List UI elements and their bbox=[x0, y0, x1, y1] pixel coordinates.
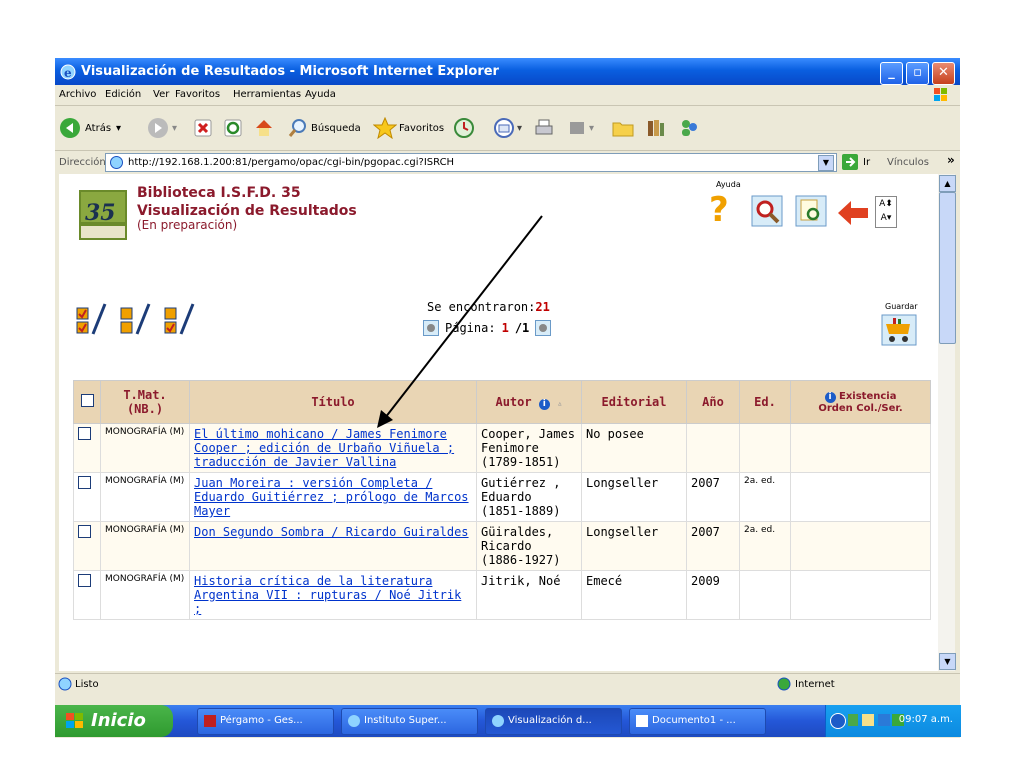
mail-icon bbox=[494, 118, 514, 138]
address-url: http://192.168.1.200:81/pergamo/opac/cgi… bbox=[128, 157, 455, 168]
messenger-button[interactable] bbox=[677, 116, 701, 140]
svg-text:e: e bbox=[64, 66, 72, 80]
tray-monitor-icon[interactable] bbox=[878, 714, 890, 726]
task-pergamo-label: Pérgamo - Ges... bbox=[220, 715, 303, 726]
maximize-button[interactable]: ▫ bbox=[906, 62, 929, 85]
start-button[interactable]: Inicio bbox=[55, 705, 173, 737]
page-icon bbox=[110, 156, 123, 169]
tray-arrow-icon[interactable] bbox=[830, 713, 846, 729]
task-documento-label: Documento1 - ... bbox=[652, 715, 736, 726]
folder-icon bbox=[612, 122, 634, 137]
task-visualizacion[interactable]: Visualización d... bbox=[485, 708, 622, 735]
task-instituto-label: Instituto Super... bbox=[364, 715, 447, 726]
minimize-button[interactable]: _ bbox=[880, 62, 903, 85]
print-button[interactable] bbox=[533, 116, 555, 140]
menu-favoritos[interactable]: Favoritos bbox=[175, 89, 220, 100]
go-button[interactable]: Ir bbox=[841, 153, 870, 171]
edit-button[interactable]: ▾ bbox=[567, 116, 594, 140]
history-icon bbox=[454, 118, 474, 138]
search-label: Búsqueda bbox=[311, 122, 361, 134]
ie-task-icon bbox=[348, 715, 360, 727]
task-instituto[interactable]: Instituto Super... bbox=[341, 708, 478, 735]
menu-ayuda[interactable]: Ayuda bbox=[305, 89, 336, 100]
windows-logo-icon bbox=[934, 88, 947, 101]
scroll-down-button[interactable]: ▼ bbox=[939, 653, 956, 670]
messenger-icon bbox=[682, 120, 697, 136]
forward-arrow-icon bbox=[148, 118, 168, 138]
links-label[interactable]: Vínculos bbox=[887, 157, 929, 168]
printer-icon bbox=[535, 119, 553, 135]
vertical-scrollbar[interactable]: ▲ ▼ bbox=[938, 174, 956, 671]
search-button[interactable]: Búsqueda bbox=[287, 116, 361, 140]
home-icon bbox=[256, 120, 272, 136]
go-label: Ir bbox=[863, 156, 871, 168]
title-bar: e Visualización de Resultados - Microsof… bbox=[55, 58, 960, 85]
scroll-up-button[interactable]: ▲ bbox=[939, 175, 956, 192]
go-arrow-icon bbox=[842, 154, 858, 170]
ie-task-icon bbox=[492, 715, 504, 727]
taskbar: Inicio Pérgamo - Ges... Instituto Super.… bbox=[55, 705, 961, 737]
system-tray: 09:07 a.m. bbox=[825, 705, 961, 737]
address-dropdown-icon[interactable]: ▼ bbox=[818, 155, 834, 171]
ie-icon: e bbox=[60, 64, 76, 80]
address-bar: Dirección http://192.168.1.200:81/pergam… bbox=[55, 151, 960, 173]
forward-button[interactable]: ▾ bbox=[147, 116, 177, 140]
menu-edicion[interactable]: Edición bbox=[105, 89, 141, 100]
back-arrow-icon bbox=[60, 118, 80, 138]
edit-icon bbox=[570, 122, 584, 134]
annotation-arrow bbox=[377, 215, 543, 428]
favorites-button[interactable]: Favoritos bbox=[373, 116, 444, 140]
star-icon bbox=[373, 117, 397, 139]
clock: 09:07 a.m. bbox=[898, 714, 953, 725]
links-chevron-icon[interactable]: » bbox=[947, 153, 955, 167]
menu-ver[interactable]: Ver bbox=[153, 89, 169, 100]
back-button[interactable]: Atrás ▾ bbox=[59, 116, 121, 140]
start-label: Inicio bbox=[91, 710, 146, 731]
refresh-button[interactable] bbox=[223, 116, 243, 140]
books-icon bbox=[648, 120, 664, 136]
page-status-icon bbox=[58, 677, 72, 691]
search-icon bbox=[288, 119, 306, 137]
stop-button[interactable] bbox=[193, 116, 213, 140]
windows-flag-icon bbox=[66, 713, 83, 728]
home-button[interactable] bbox=[253, 116, 275, 140]
close-button[interactable]: ✕ bbox=[932, 62, 955, 85]
toolbar: Atrás ▾ ▾ Búsqueda Favoritos ▾ ▾ bbox=[55, 106, 960, 151]
tray-shield-icon[interactable] bbox=[862, 714, 874, 726]
history-button[interactable] bbox=[453, 116, 475, 140]
address-input[interactable]: http://192.168.1.200:81/pergamo/opac/cgi… bbox=[105, 153, 837, 172]
favorites-label: Favoritos bbox=[399, 122, 445, 134]
back-label: Atrás bbox=[85, 122, 112, 134]
task-documento[interactable]: Documento1 - ... bbox=[629, 708, 766, 735]
word-icon bbox=[636, 715, 648, 727]
address-label: Dirección bbox=[59, 157, 106, 168]
browser-window: e Visualización de Resultados - Microsof… bbox=[55, 58, 960, 738]
globe-icon bbox=[777, 677, 791, 691]
scroll-thumb[interactable] bbox=[939, 192, 956, 344]
page-content: 35 Biblioteca I.S.F.D. 35 Visualización … bbox=[59, 174, 938, 671]
research-button[interactable] bbox=[645, 116, 667, 140]
zone-text: Internet bbox=[795, 679, 835, 690]
folder-button[interactable] bbox=[611, 116, 635, 140]
task-pergamo[interactable]: Pérgamo - Ges... bbox=[197, 708, 334, 735]
refresh-icon bbox=[224, 119, 242, 137]
tray-network-icon[interactable] bbox=[848, 714, 858, 726]
status-text: Listo bbox=[75, 679, 99, 690]
stop-icon bbox=[194, 119, 212, 137]
window-title: Visualización de Resultados - Microsoft … bbox=[81, 64, 499, 79]
mail-button[interactable]: ▾ bbox=[493, 116, 522, 140]
menu-archivo[interactable]: Archivo bbox=[59, 89, 96, 100]
menu-bar: Archivo Edición Ver Favoritos Herramient… bbox=[55, 85, 960, 106]
pergamo-icon bbox=[204, 715, 216, 727]
status-bar: Listo Internet bbox=[55, 673, 960, 696]
menu-herramientas[interactable]: Herramientas bbox=[233, 89, 301, 100]
task-visualizacion-label: Visualización d... bbox=[508, 715, 592, 726]
